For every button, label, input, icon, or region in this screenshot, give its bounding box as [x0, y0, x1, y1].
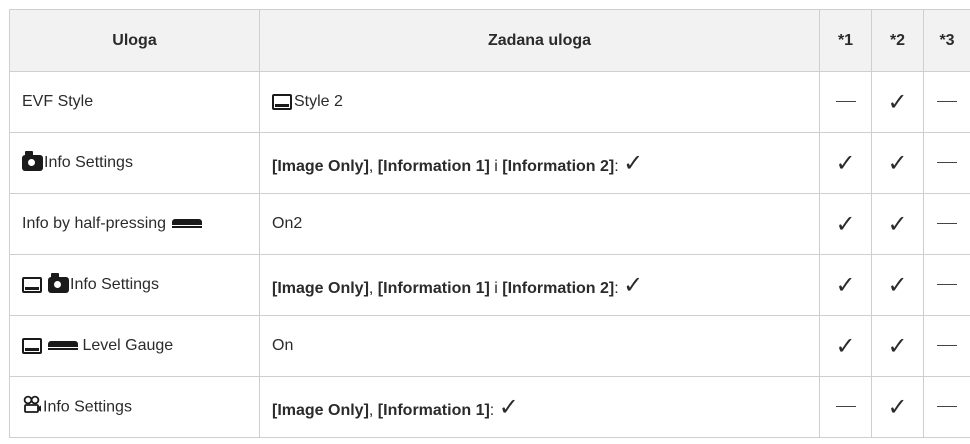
table-row: Info Settings [Image Only], [Information… [9, 376, 970, 438]
check-mark: ✓ [498, 392, 519, 421]
option-image-only: [Image Only] [272, 157, 369, 175]
camera-icon [48, 272, 69, 293]
separator: , [368, 279, 378, 297]
mark-cell-2: ✓ [871, 376, 924, 438]
check-mark: ✓ [835, 148, 856, 177]
evf-icon [22, 276, 42, 293]
movie-icon [22, 395, 42, 420]
check-mark: ✓ [887, 331, 908, 360]
option-image-only: [Image Only] [272, 401, 369, 419]
mark-cell-3 [923, 254, 970, 316]
dash-mark [937, 101, 957, 103]
separator: , [368, 157, 378, 175]
separator: i [489, 157, 503, 175]
check-mark: ✓ [623, 148, 644, 177]
check-mark: ✓ [887, 148, 908, 177]
role-label: EVF Style [22, 93, 94, 110]
default-cell: [Image Only], [Information 1]: ✓ [259, 376, 820, 438]
dash-mark [835, 406, 856, 408]
table-header-row: Uloga Zadana uloga *1 *2 *3 [9, 9, 970, 72]
role-label: Info Settings [44, 154, 133, 171]
check-mark: ✓ [887, 209, 908, 238]
default-text: On [272, 337, 294, 354]
half-press-icon [172, 219, 203, 229]
table-row: Level Gauge On ✓ ✓ [9, 315, 970, 377]
mark-cell-1: ✓ [819, 254, 872, 316]
header-default-role: Zadana uloga [259, 9, 820, 72]
mark-cell-3 [923, 71, 970, 133]
default-cell: [Image Only], [Information 1] i [Informa… [259, 132, 820, 194]
header-col-1: *1 [819, 9, 872, 72]
option-information-2: [Information 2] [502, 157, 615, 175]
evf-icon [22, 337, 42, 354]
separator: i [489, 279, 503, 297]
role-cell: Info by half-pressing [9, 193, 260, 255]
default-cell: On2 [259, 193, 820, 255]
role-cell: Level Gauge [9, 315, 260, 377]
mark-cell-3 [923, 193, 970, 255]
separator: : [614, 157, 624, 175]
dash-mark [937, 345, 957, 347]
default-cell: [Image Only], [Information 1] i [Informa… [259, 254, 820, 316]
mark-cell-3 [923, 315, 970, 377]
check-mark: ✓ [835, 209, 856, 238]
table-row: Info by half-pressing On2 ✓ ✓ [9, 193, 970, 255]
check-mark: ✓ [887, 270, 908, 299]
default-text: Style 2 [294, 93, 343, 110]
mark-cell-1: ✓ [819, 315, 872, 377]
mark-cell-2: ✓ [871, 132, 924, 194]
mark-cell-2: ✓ [871, 193, 924, 255]
role-cell: Info Settings [9, 376, 260, 438]
mark-cell-2: ✓ [871, 71, 924, 133]
mark-cell-1: ✓ [819, 132, 872, 194]
dash-mark [835, 101, 856, 103]
separator: : [489, 401, 499, 419]
check-mark: ✓ [887, 392, 908, 421]
mark-cell-3 [923, 132, 970, 194]
header-role: Uloga [9, 9, 260, 72]
role-cell: Info Settings [9, 132, 260, 194]
default-cell: Style 2 [259, 71, 820, 133]
table-row: Info Settings [Image Only], [Information… [9, 132, 970, 194]
option-information-1: [Information 1] [377, 401, 490, 419]
option-information-1: [Information 1] [377, 157, 490, 175]
settings-table: Uloga Zadana uloga *1 *2 *3 EVF Style St… [9, 9, 970, 438]
option-image-only: [Image Only] [272, 279, 369, 297]
header-col-3: *3 [923, 9, 970, 72]
mark-cell-1 [819, 71, 872, 133]
mark-cell-2: ✓ [871, 254, 924, 316]
separator: : [614, 279, 624, 297]
check-mark: ✓ [623, 270, 644, 299]
default-cell: On [259, 315, 820, 377]
check-mark: ✓ [835, 270, 856, 299]
role-label: Level Gauge [78, 337, 174, 354]
mark-cell-1 [819, 376, 872, 438]
dash-mark [937, 162, 957, 164]
option-information-2: [Information 2] [502, 279, 615, 297]
mark-cell-2: ✓ [871, 315, 924, 377]
mark-cell-1: ✓ [819, 193, 872, 255]
separator: , [368, 401, 378, 419]
role-label: Info by half-pressing [22, 215, 167, 232]
role-cell: EVF Style [9, 71, 260, 133]
default-text: On2 [272, 215, 303, 232]
dash-mark [937, 284, 957, 286]
check-mark: ✓ [835, 331, 856, 360]
evf-icon [272, 93, 292, 110]
mark-cell-3 [923, 376, 970, 438]
table-row: EVF Style Style 2 ✓ [9, 71, 970, 133]
dash-mark [937, 223, 957, 225]
dash-mark [937, 406, 957, 408]
role-cell: Info Settings [9, 254, 260, 316]
check-mark: ✓ [887, 87, 908, 116]
table-row: Info Settings [Image Only], [Information… [9, 254, 970, 316]
half-press-icon [48, 341, 78, 351]
option-information-1: [Information 1] [377, 279, 490, 297]
role-label: Info Settings [70, 276, 159, 293]
role-label: Info Settings [43, 398, 132, 416]
header-col-2: *2 [871, 9, 924, 72]
camera-icon [22, 150, 43, 171]
